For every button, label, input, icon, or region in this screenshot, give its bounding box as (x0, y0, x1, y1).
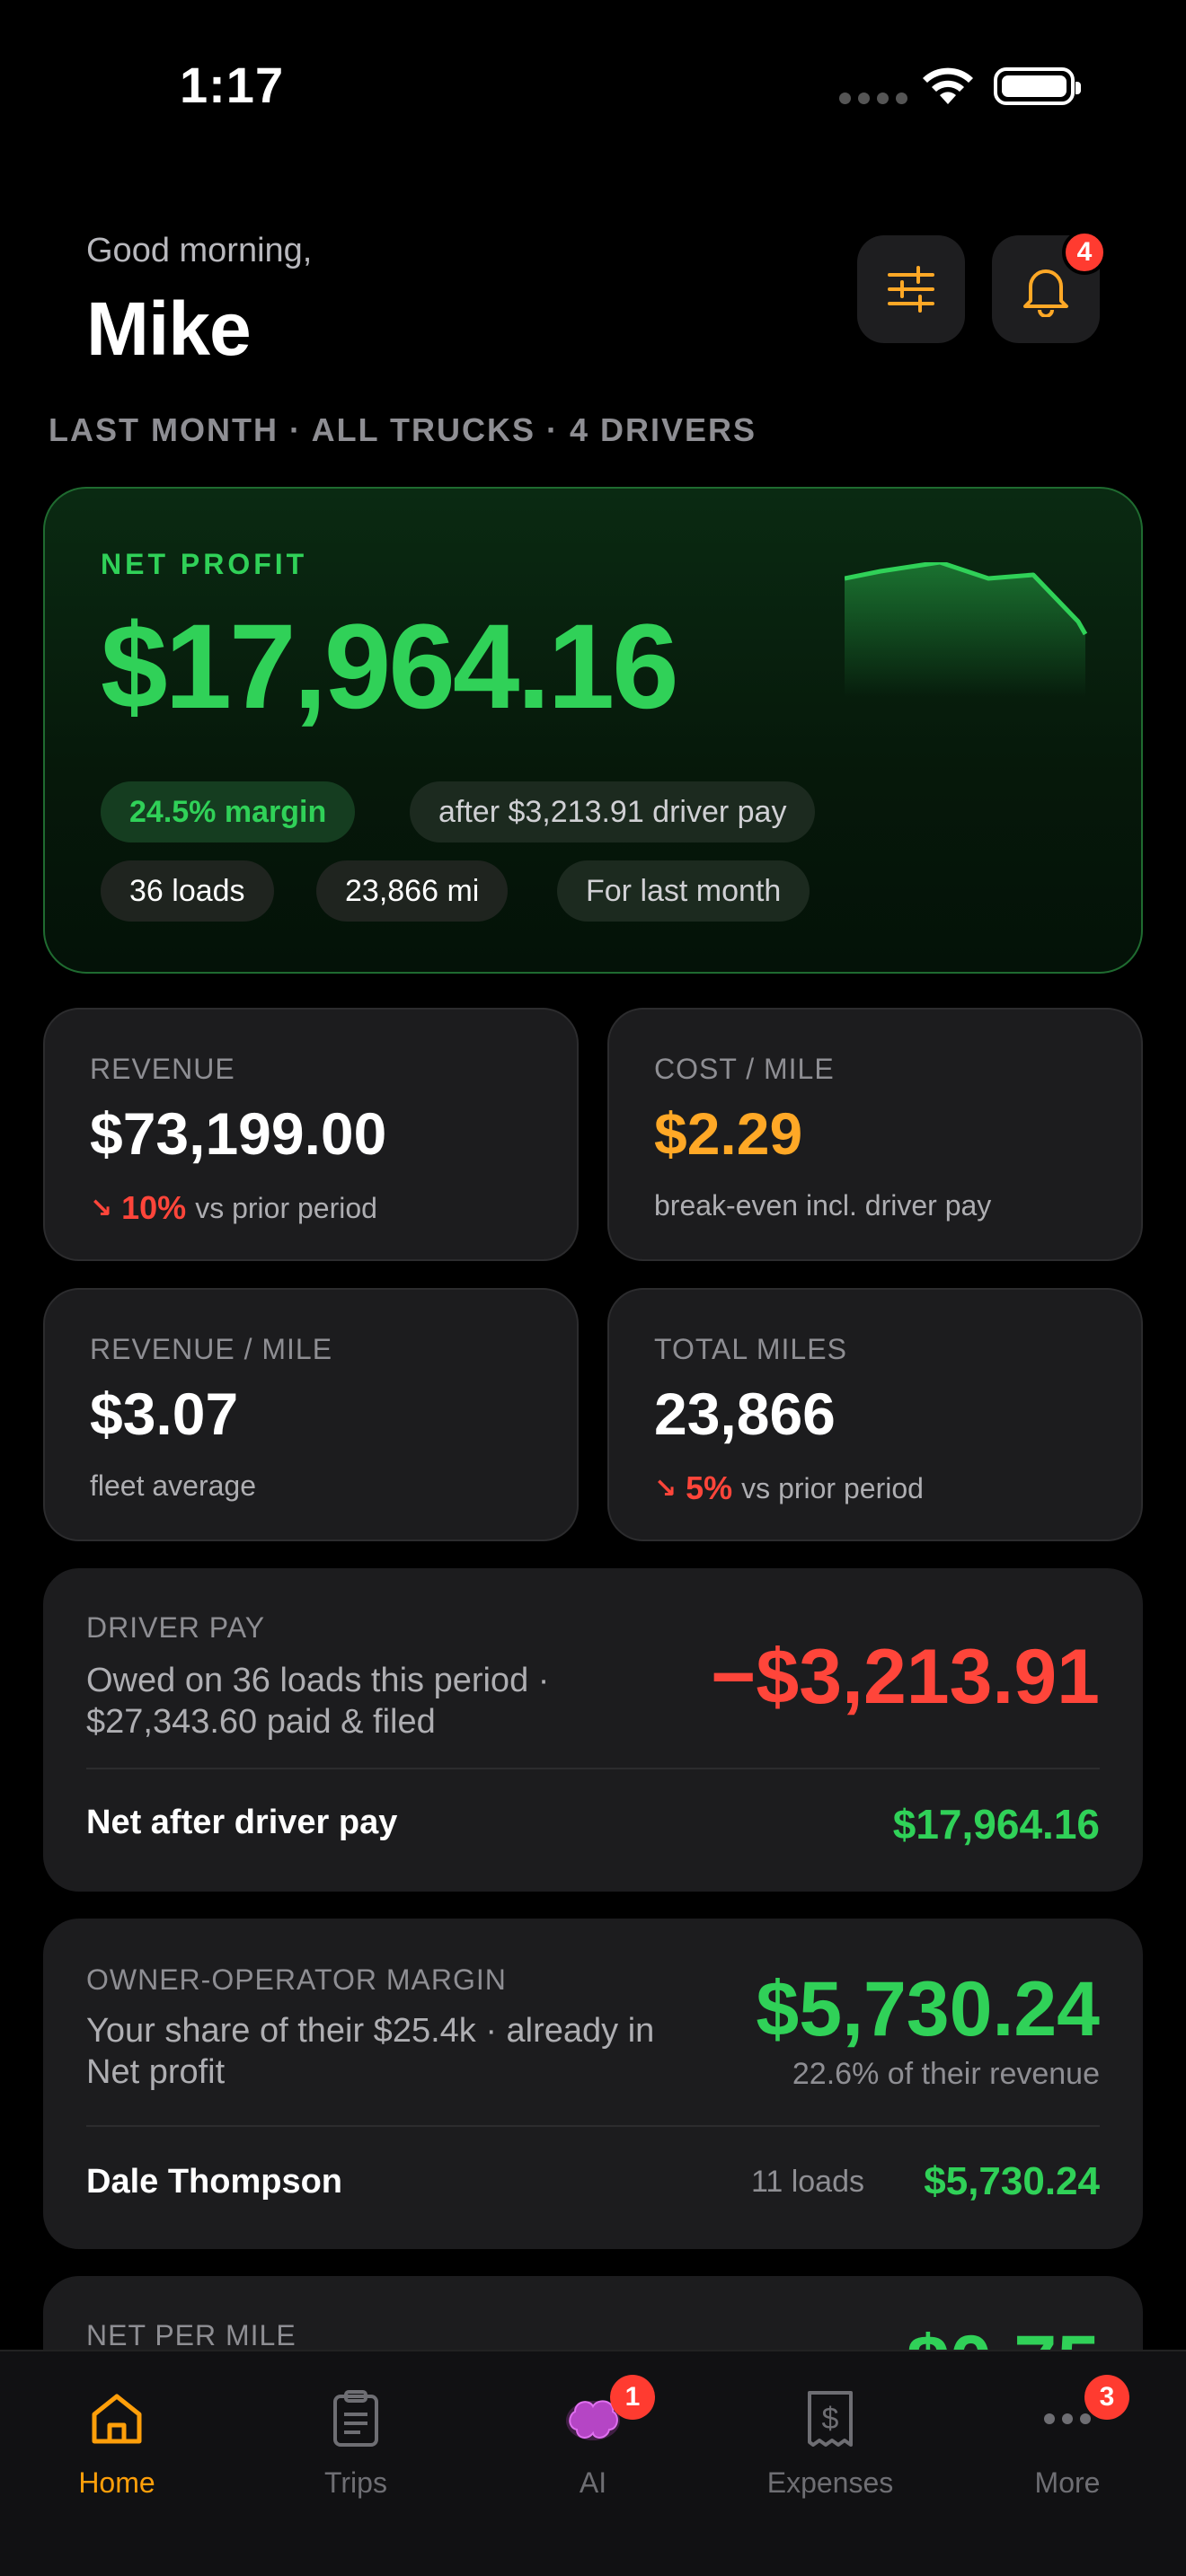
revenue-change-text: vs prior period (195, 1191, 377, 1224)
cost-per-mile-card[interactable]: COST / MILE $2.29 break-even incl. drive… (607, 1008, 1143, 1261)
total-miles-card[interactable]: TOTAL MILES 23,866 ↘ 5% vs prior period (607, 1288, 1143, 1541)
greeting: Good morning, (86, 232, 313, 269)
tab-home-label: Home (78, 2466, 155, 2499)
driver-pay-amount: −$3,213.91 (711, 1634, 1100, 1720)
net-after-pay-label: Net after driver pay (86, 1804, 398, 1841)
owner-operator-desc-2: Net profit (86, 2053, 226, 2091)
ellipsis-icon: 3 (1036, 2375, 1129, 2450)
tab-bar: Home Trips 1 AI $ Expenses 3 More (0, 2350, 1186, 2576)
driver-pay-desc-2: $27,343.60 paid & filed (86, 1703, 436, 1741)
divider (86, 2125, 1100, 2127)
revenue-per-mile-sub: fleet average (90, 1469, 257, 1502)
driver-pay-desc-1: Owed on 36 loads this period · (86, 1662, 550, 1699)
revenue-per-mile-label: REVENUE / MILE (90, 1333, 333, 1365)
notifications-button[interactable]: 4 (992, 230, 1107, 343)
tab-trips-label: Trips (324, 2466, 387, 2499)
revenue-per-mile-value: $3.07 (90, 1381, 239, 1447)
owner-operator-label: OWNER-OPERATOR MARGIN (86, 1963, 507, 1996)
trend-down-icon: ↘ (90, 1193, 113, 1223)
tab-more[interactable]: 3 More (978, 2375, 1157, 2513)
driver-pay-card[interactable]: DRIVER PAY Owed on 36 loads this period … (43, 1568, 1143, 1892)
ai-badge: 1 (610, 2375, 655, 2420)
svg-text:$: $ (822, 2402, 839, 2436)
tab-expenses[interactable]: $ Expenses (740, 2387, 920, 2513)
net-profit-card[interactable]: NET PROFIT $17,964.16 24.5% margin after… (43, 487, 1143, 974)
clipboard-icon (324, 2387, 387, 2450)
user-name: Mike (86, 287, 252, 371)
tab-expenses-label: Expenses (766, 2466, 894, 2499)
owner-operator-card[interactable]: OWNER-OPERATOR MARGIN Your share of thei… (43, 1919, 1143, 2249)
tab-ai-label: AI (579, 2466, 607, 2499)
revenue-change-pct: 10% (121, 1189, 187, 1226)
filter-button[interactable] (857, 235, 965, 343)
after-pay-chip: after $3,213.91 driver pay (410, 781, 816, 842)
operator-amount: $5,730.24 (924, 2159, 1100, 2203)
revenue-change: ↘ 10% vs prior period (90, 1189, 377, 1227)
cost-per-mile-value: $2.29 (654, 1100, 803, 1167)
operator-loads: 11 loads (750, 2165, 864, 2199)
more-badge: 3 (1084, 2375, 1129, 2420)
status-bar: 1:17 (0, 0, 1186, 171)
brain-icon: 1 (562, 2375, 655, 2450)
home-icon (85, 2387, 148, 2450)
owner-operator-amount: $5,730.24 (756, 1966, 1100, 2052)
filter-context: LAST MONTH · ALL TRUCKS · 4 DRIVERS (49, 411, 757, 448)
wifi-icon (923, 67, 973, 104)
divider (86, 1768, 1100, 1769)
miles-chip: 23,866 mi (316, 860, 509, 922)
driver-pay-label: DRIVER PAY (86, 1611, 266, 1644)
sliders-icon (888, 266, 934, 313)
receipt-icon: $ (799, 2387, 862, 2450)
notification-badge: 4 (1062, 230, 1107, 275)
bell-icon (1023, 269, 1068, 317)
total-miles-value: 23,866 (654, 1381, 836, 1447)
loads-chip: 36 loads (101, 860, 274, 922)
tab-home[interactable]: Home (27, 2387, 207, 2513)
owner-operator-share: 22.6% of their revenue (792, 2057, 1100, 2091)
total-miles-change-text: vs prior period (741, 1471, 924, 1504)
owner-operator-desc-1: Your share of their $25.4k · already in (86, 2012, 655, 2050)
revenue-label: REVENUE (90, 1053, 235, 1085)
margin-chip: 24.5% margin (101, 781, 356, 842)
revenue-per-mile-card[interactable]: REVENUE / MILE $3.07 fleet average (43, 1288, 579, 1541)
net-profit-label: NET PROFIT (101, 548, 308, 580)
net-per-mile-label: NET PER MILE (86, 2319, 296, 2351)
profit-sparkline (845, 562, 1088, 697)
revenue-value: $73,199.00 (90, 1100, 387, 1167)
battery-icon (994, 67, 1081, 105)
tab-more-label: More (1034, 2466, 1101, 2499)
operator-name: Dale Thompson (86, 2163, 343, 2201)
total-miles-change-pct: 5% (686, 1469, 733, 1506)
cost-per-mile-label: COST / MILE (654, 1053, 835, 1085)
net-after-pay-value: $17,964.16 (892, 1801, 1100, 1848)
cost-per-mile-sub: break-even incl. driver pay (654, 1189, 992, 1222)
period-chip: For last month (557, 860, 810, 922)
trend-down-icon: ↘ (654, 1473, 677, 1504)
cellular-signal-icon (839, 93, 907, 104)
total-miles-change: ↘ 5% vs prior period (654, 1469, 924, 1507)
total-miles-label: TOTAL MILES (654, 1333, 847, 1365)
tab-ai[interactable]: 1 AI (503, 2375, 683, 2513)
status-time: 1:17 (180, 57, 285, 113)
revenue-card[interactable]: REVENUE $73,199.00 ↘ 10% vs prior period (43, 1008, 579, 1261)
net-profit-value: $17,964.16 (101, 600, 679, 734)
tab-trips[interactable]: Trips (266, 2387, 446, 2513)
